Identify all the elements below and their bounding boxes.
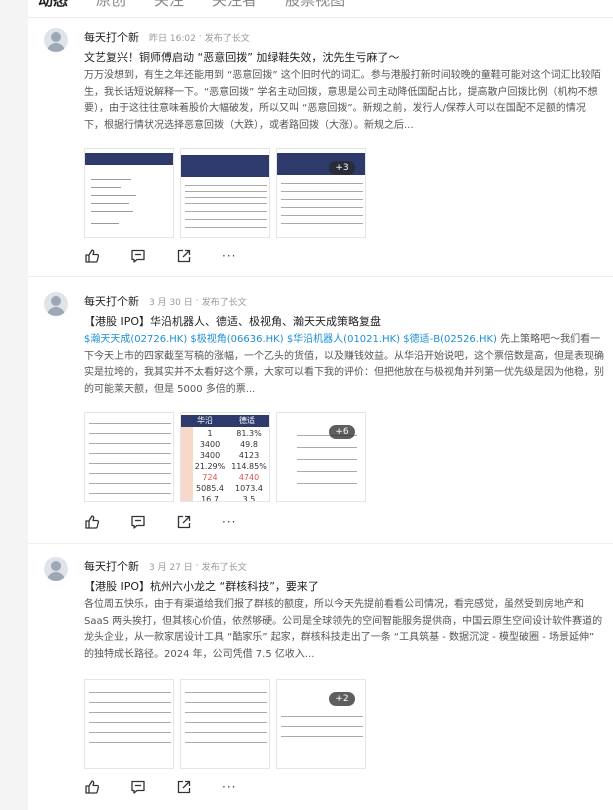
post-divider: [28, 276, 613, 277]
feed-post: 每天打个新 3 月 27 日 · 发布了长文 【港股 IPO】杭州六小龙之 “群…: [28, 557, 613, 807]
post-image[interactable]: +3: [276, 148, 366, 238]
table-cell: 4123: [238, 451, 260, 460]
post-image[interactable]: [180, 679, 270, 769]
post-image[interactable]: [84, 412, 174, 502]
table-cell: 5085.4: [196, 484, 224, 493]
profile-tabs: 动态 原创 关注 关注者 股票视图: [38, 0, 373, 13]
table-cell: 16.7: [201, 495, 219, 502]
table-header-b: 德适: [239, 416, 255, 425]
meta-separator: ·: [195, 296, 199, 306]
post-image[interactable]: [180, 148, 270, 238]
table-cell: 3.5: [242, 495, 256, 502]
table-cell: 21.29%: [194, 462, 226, 471]
post-images: +2: [84, 679, 366, 769]
post-title[interactable]: 【港股 IPO】杭州六小龙之 “群核科技”，要来了: [84, 579, 604, 595]
post-divider: [28, 543, 613, 544]
thumbs-up-icon[interactable]: [84, 779, 100, 795]
post-meta: 每天打个新 3 月 27 日 · 发布了长文: [84, 558, 247, 574]
feed-post: 每天打个新 昨日 16:02 · 发布了长文 文艺复兴！铜师傅启动 “恶意回拨”…: [28, 28, 613, 278]
tab-dynamics[interactable]: 动态: [38, 0, 68, 13]
post-image-table[interactable]: 华沿 德适 1 3400 3400 21.29% 724 5085.4 16.7…: [180, 412, 270, 502]
share-icon[interactable]: [176, 514, 192, 530]
post-actions: ···: [84, 248, 236, 264]
table-cell: 1073.4: [235, 484, 263, 493]
table-cell: 3400: [199, 440, 221, 449]
tabs-divider: [28, 17, 613, 18]
more-dots-icon[interactable]: ···: [222, 515, 236, 529]
post-image[interactable]: +6: [276, 412, 366, 502]
table-cell: 724: [202, 473, 218, 482]
post-meta: 每天打个新 昨日 16:02 · 发布了长文: [84, 29, 250, 45]
post-actions: ···: [84, 779, 236, 795]
more-images-badge[interactable]: +6: [329, 425, 355, 439]
table-cell: 3400: [199, 451, 221, 460]
tab-following[interactable]: 关注: [154, 0, 184, 13]
post-action: 发布了长文: [201, 562, 247, 573]
share-icon[interactable]: [176, 779, 192, 795]
thumbs-up-icon[interactable]: [84, 248, 100, 264]
thumbs-up-icon[interactable]: [84, 514, 100, 530]
post-image[interactable]: [84, 148, 174, 238]
post-images: 华沿 德适 1 3400 3400 21.29% 724 5085.4 16.7…: [84, 412, 366, 502]
post-image[interactable]: +2: [276, 679, 366, 769]
share-icon[interactable]: [176, 248, 192, 264]
tab-followers[interactable]: 关注者: [212, 0, 257, 13]
table-header-a: 华沿: [197, 416, 213, 425]
author-name[interactable]: 每天打个新: [84, 293, 139, 309]
post-action: 发布了长文: [201, 297, 247, 308]
post-title[interactable]: 文艺复兴！铜师傅启动 “恶意回拨” 加绿鞋失效，沈先生亏麻了～: [84, 50, 604, 66]
post-time[interactable]: 3 月 30 日: [149, 295, 193, 308]
meta-separator: ·: [195, 561, 199, 571]
comment-icon[interactable]: [130, 779, 146, 795]
post-images: +3: [84, 148, 366, 238]
post-action: 发布了长文: [204, 33, 250, 44]
author-name[interactable]: 每天打个新: [84, 29, 139, 45]
post-time[interactable]: 昨日 16:02: [149, 31, 196, 44]
meta-separator: ·: [198, 32, 202, 42]
post-image[interactable]: [84, 679, 174, 769]
post-body[interactable]: $瀚天天成(02726.HK) $极视角(06636.HK) $华沿机器人(01…: [84, 332, 604, 398]
tab-stock-view[interactable]: 股票视图: [285, 0, 345, 13]
post-body[interactable]: 各位周五快乐，由于有渠道给我们报了群核的额度，所以今天先提前看看公司情况，看完感…: [84, 597, 604, 663]
comment-icon[interactable]: [130, 248, 146, 264]
stock-links[interactable]: $瀚天天成(02726.HK) $极视角(06636.HK) $华沿机器人(01…: [84, 334, 497, 345]
avatar[interactable]: [44, 28, 68, 52]
post-meta: 每天打个新 3 月 30 日 · 发布了长文: [84, 293, 247, 309]
feed-page: 动态 原创 关注 关注者 股票视图 每天打个新 昨日 16:02 · 发布了长文…: [28, 0, 613, 810]
more-dots-icon[interactable]: ···: [222, 780, 236, 794]
table-cell: 4740: [238, 473, 260, 482]
avatar[interactable]: [44, 557, 68, 581]
more-images-badge[interactable]: +2: [329, 692, 355, 706]
table-cell: 81.3%: [236, 429, 262, 438]
more-dots-icon[interactable]: ···: [222, 249, 236, 263]
table-cell: 1: [207, 429, 213, 438]
post-time[interactable]: 3 月 27 日: [149, 560, 193, 573]
avatar[interactable]: [44, 292, 68, 316]
post-body[interactable]: 万万没想到，有生之年还能用到 “恶意回拨” 这个旧时代的词汇。参与港股打新时间较…: [84, 68, 604, 134]
feed-post: 每天打个新 3 月 30 日 · 发布了长文 【港股 IPO】华沿机器人、德适、…: [28, 292, 613, 537]
post-title[interactable]: 【港股 IPO】华沿机器人、德适、极视角、瀚天天成策略复盘: [84, 314, 604, 330]
table-cell: 114.85%: [231, 462, 267, 471]
author-name[interactable]: 每天打个新: [84, 558, 139, 574]
tab-original[interactable]: 原创: [96, 0, 126, 13]
post-actions: ···: [84, 514, 236, 530]
table-cell: 49.8: [240, 440, 258, 449]
comment-icon[interactable]: [130, 514, 146, 530]
more-images-badge[interactable]: +3: [329, 161, 355, 175]
